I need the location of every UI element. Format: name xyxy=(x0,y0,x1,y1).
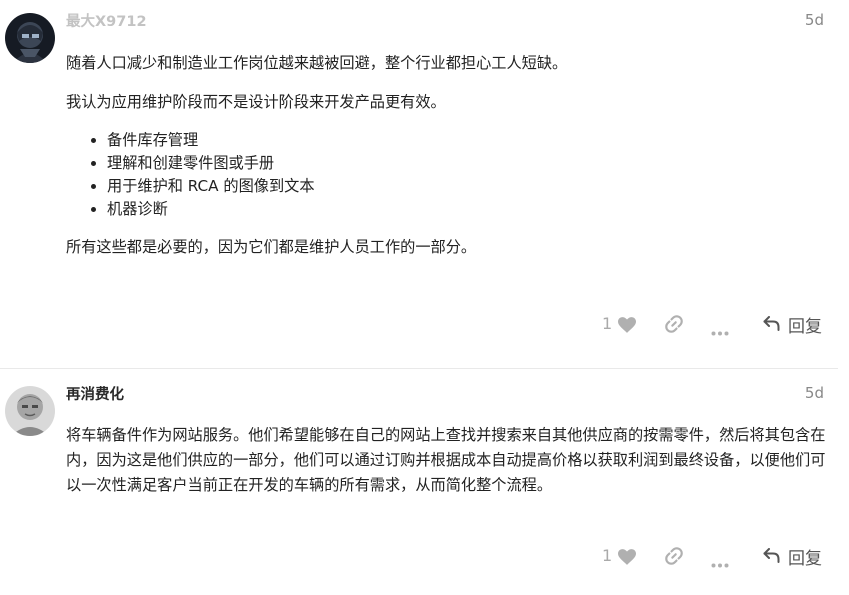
list-item: 用于维护和 RCA 的图像到文本 xyxy=(107,175,831,198)
username[interactable]: 再消费化 xyxy=(66,383,124,404)
avatar-image xyxy=(5,13,55,63)
list-item: 机器诊断 xyxy=(107,198,831,221)
reply-label: 回复 xyxy=(788,317,822,337)
heart-icon[interactable] xyxy=(618,549,636,569)
post-body: 随着人口减少和制造业工作岗位越来越被回避，整个行业都担心工人短缺。 我认为应用维… xyxy=(66,51,831,274)
ellipsis-icon[interactable] xyxy=(711,553,729,572)
list-item: 备件库存管理 xyxy=(107,129,831,152)
avatar[interactable] xyxy=(5,386,55,436)
paragraph: 所有这些都是必要的，因为它们都是维护人员工作的一部分。 xyxy=(66,238,477,256)
avatar[interactable] xyxy=(5,13,55,63)
post-actions: 1 回复 xyxy=(560,541,830,571)
post-date[interactable]: 5d xyxy=(805,384,824,402)
post-1: 最大X9712 5d 随着人口减少和制造业工作岗位越来越被回避，整个行业都担心工… xyxy=(0,0,849,368)
paragraph: 将车辆备件作为网站服务。他们希望能够在自己的网站上查找并搜索来自其他供应商的按需… xyxy=(66,426,826,494)
list-item: 理解和创建零件图或手册 xyxy=(107,152,831,175)
reply-arrow-icon xyxy=(763,548,780,567)
post-body: 将车辆备件作为网站服务。他们希望能够在自己的网站上查找并搜索来自其他供应商的按需… xyxy=(66,423,831,512)
ellipsis-icon[interactable] xyxy=(711,321,729,340)
reply-arrow-icon xyxy=(763,316,780,335)
reply-label: 回复 xyxy=(788,549,822,569)
heart-icon[interactable] xyxy=(618,317,636,337)
link-icon[interactable] xyxy=(664,546,684,570)
paragraph: 随着人口减少和制造业工作岗位越来越被回避，整个行业都担心工人短缺。 xyxy=(66,54,568,72)
paragraph: 我认为应用维护阶段而不是设计阶段来开发产品更有效。 xyxy=(66,93,446,111)
bullet-list: 备件库存管理 理解和创建零件图或手册 用于维护和 RCA 的图像到文本 机器诊断 xyxy=(66,129,831,221)
username[interactable]: 最大X9712 xyxy=(66,10,147,31)
post-2: 再消费化 5d 将车辆备件作为网站服务。他们希望能够在自己的网站上查找并搜索来自… xyxy=(0,369,849,595)
post-date[interactable]: 5d xyxy=(805,11,824,29)
post-actions: 1 回复 xyxy=(560,309,830,339)
like-count[interactable]: 1 xyxy=(602,314,612,333)
like-count[interactable]: 1 xyxy=(602,546,612,565)
link-icon[interactable] xyxy=(664,314,684,338)
avatar-image xyxy=(5,386,55,436)
